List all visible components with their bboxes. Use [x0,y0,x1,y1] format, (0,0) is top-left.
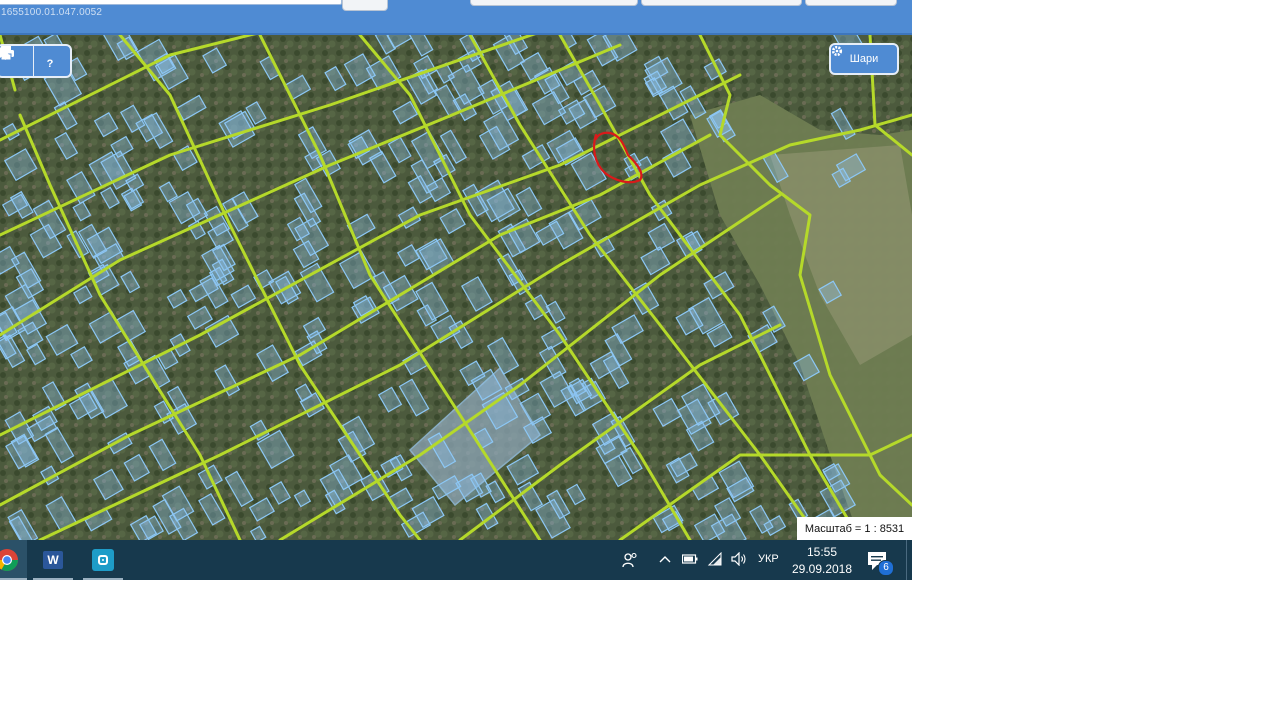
app-window: 1655100.01.047.0052 ? Шари Масштаб = 1:… [0,0,912,580]
search-button[interactable] [342,0,388,11]
gear-icon [831,45,843,57]
toolbar-button-2[interactable] [641,0,802,6]
people-icon[interactable] [622,552,638,568]
chevron-up-icon[interactable] [659,555,671,563]
language-indicator[interactable]: УКР [758,553,779,565]
word-letter: W [47,553,59,567]
show-desktop-button[interactable] [906,540,912,580]
toolbar-button-3[interactable] [805,0,897,6]
map-view[interactable]: ? Шари Масштаб = 1 : 8531 [0,35,912,540]
chrome-icon [0,549,18,571]
clock-date: 29.09.2018 [791,562,853,576]
battery-icon[interactable] [682,554,698,564]
help-glyph: ? [46,58,54,70]
layers-button[interactable]: Шари [829,43,899,75]
taskbar: W УКР 15:55 29.09.2018 6 [0,540,912,580]
word-icon: W [43,551,63,569]
camera-icon [92,549,114,571]
taskbar-app-camera[interactable] [83,540,123,580]
search-input[interactable] [0,0,342,5]
pointer-help-icon [0,47,9,60]
top-toolbar: 1655100.01.047.0052 [0,0,912,35]
cadastral-number: 1655100.01.047.0052 [1,7,103,18]
map-canvas[interactable] [0,35,912,540]
taskbar-app-chrome[interactable] [0,540,27,580]
notification-badge: 6 [878,560,894,576]
identify-button[interactable]: ? [0,46,69,76]
layers-label: Шари [849,53,879,65]
scale-indicator: Масштаб = 1 : 8531 [797,517,912,540]
toolbar-button-1[interactable] [470,0,638,6]
taskbar-app-word[interactable]: W [33,540,73,580]
wifi-icon[interactable] [707,552,723,566]
clock[interactable]: 15:55 29.09.2018 [786,544,858,578]
volume-icon[interactable] [731,552,747,566]
map-tools: ? [0,44,72,78]
clock-time: 15:55 [806,545,838,559]
